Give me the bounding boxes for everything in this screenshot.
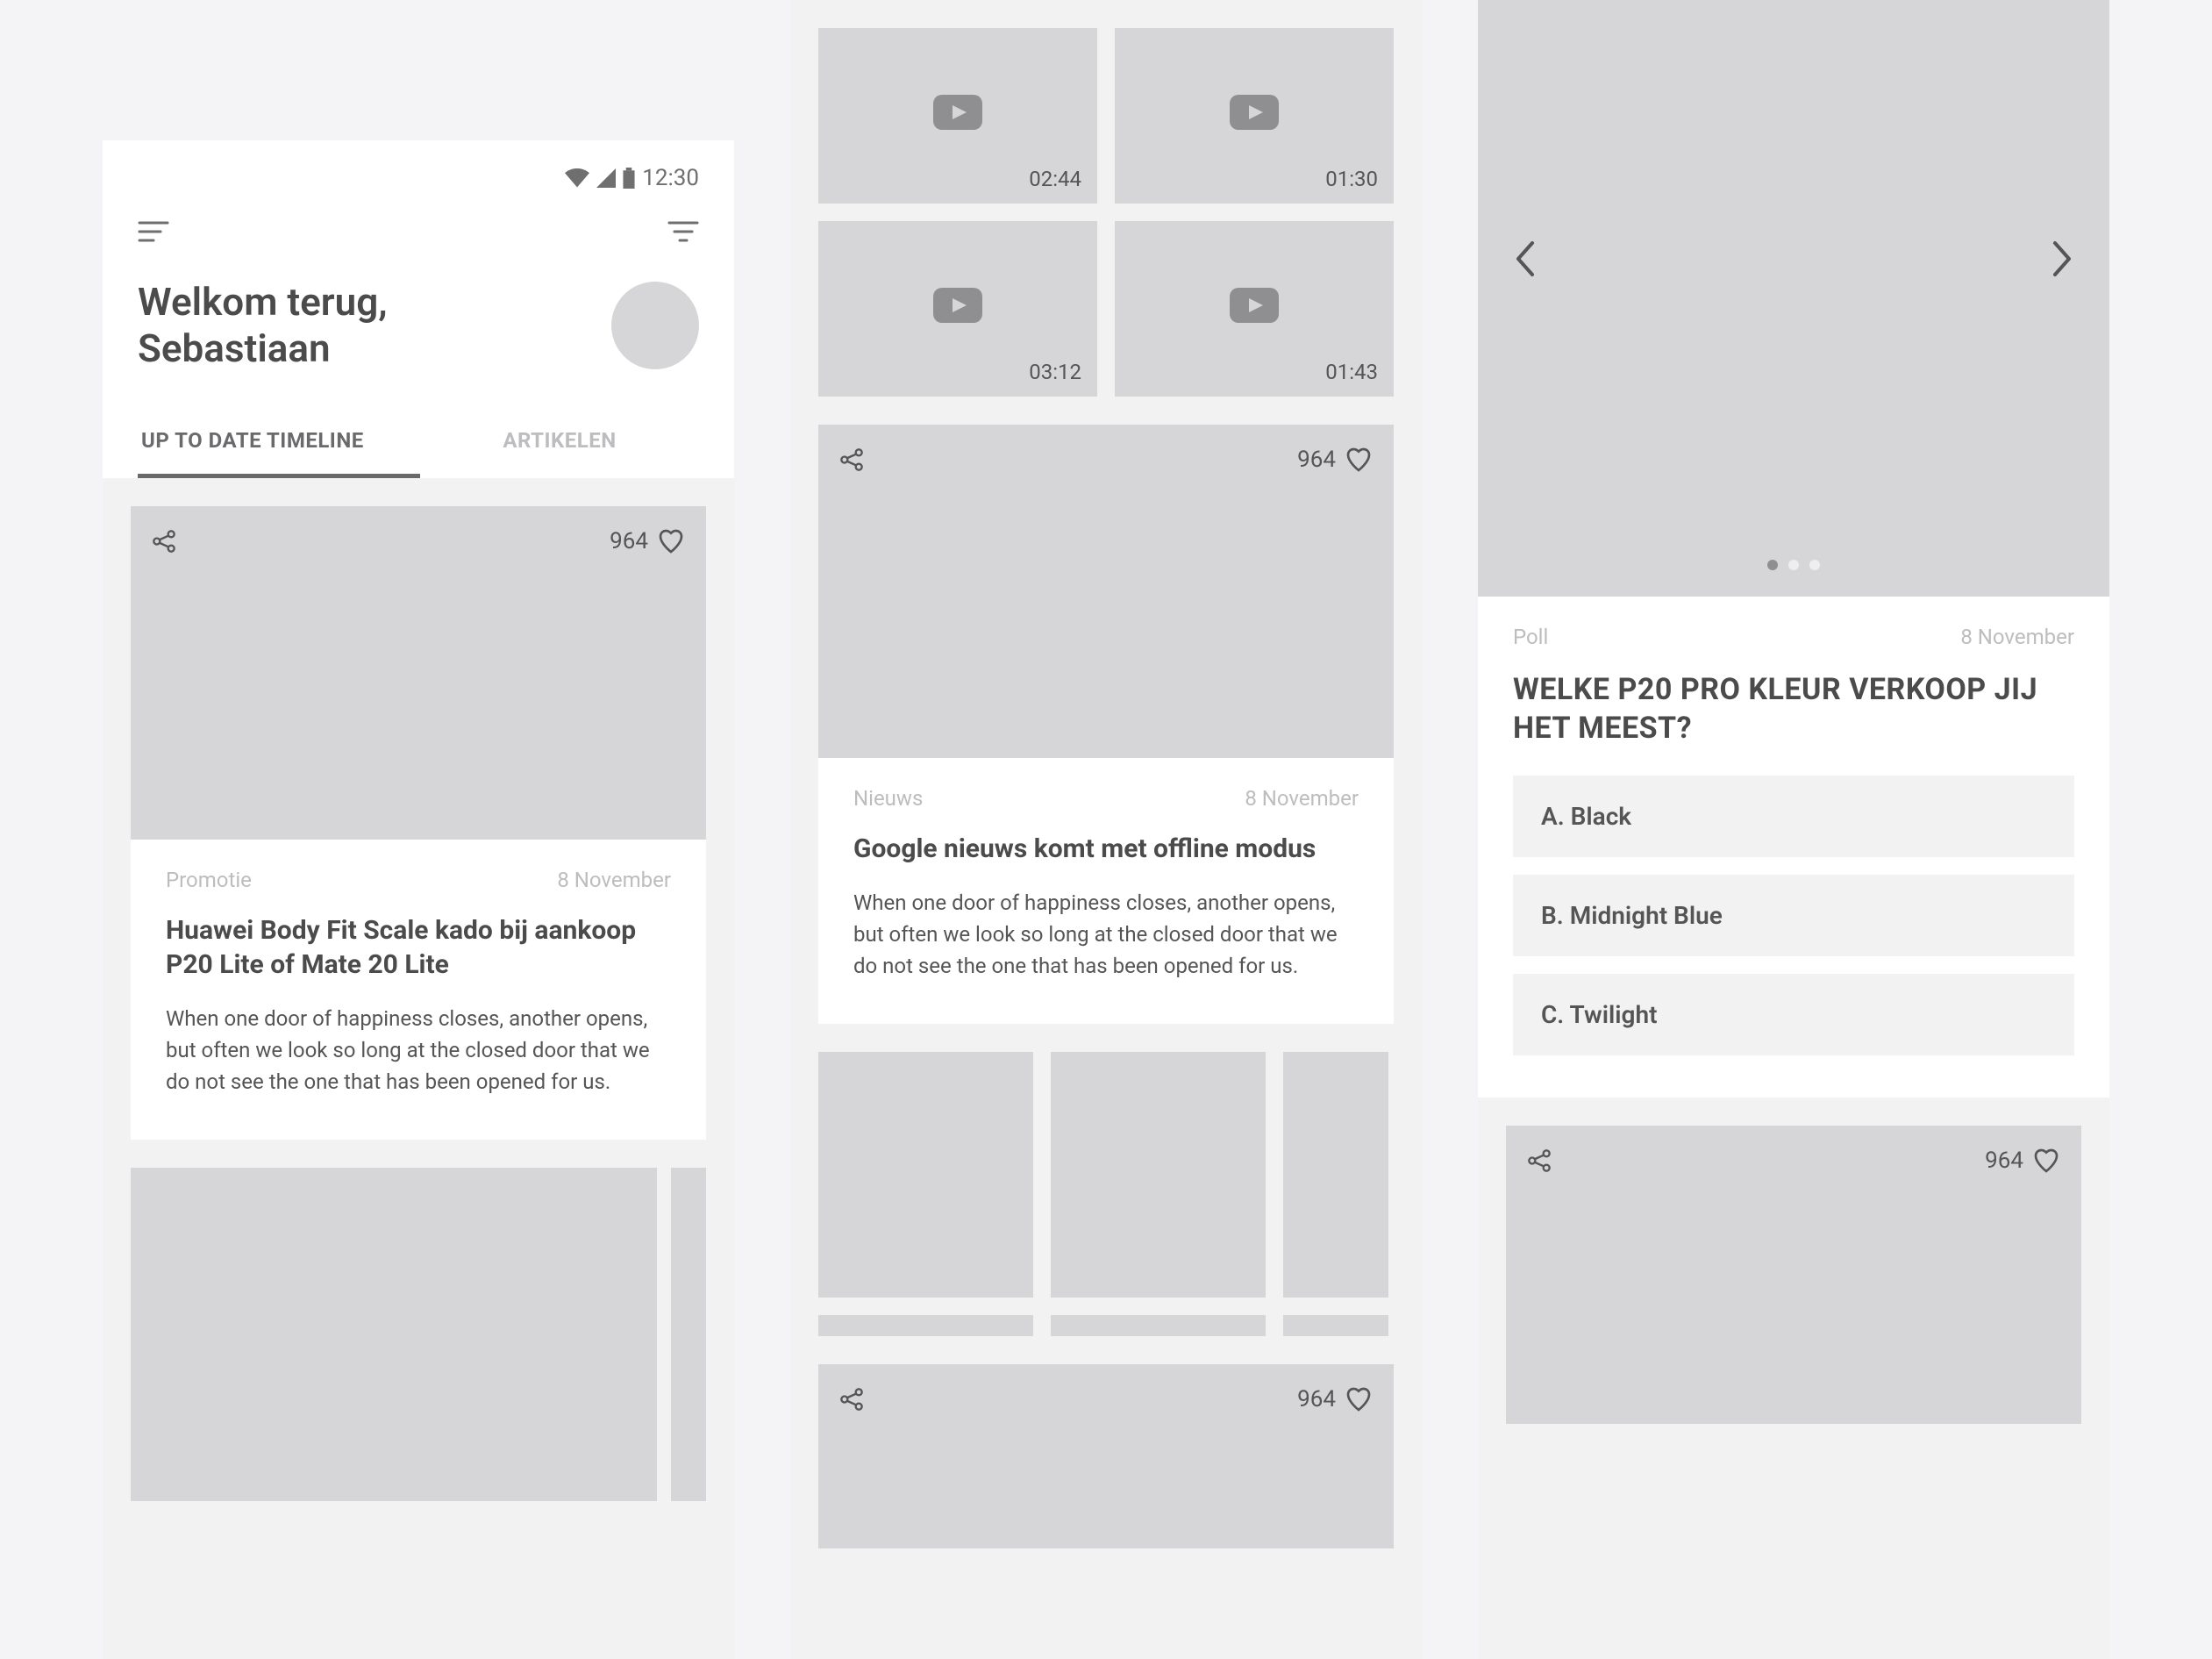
signal-icon — [596, 168, 616, 188]
dot[interactable] — [1809, 560, 1820, 570]
tabs: UP TO DATE TIMELINE ARTIKELEN — [138, 407, 699, 478]
poll-option-b[interactable]: B. Midnight Blue — [1513, 875, 2074, 956]
promo-title: Huawei Body Fit Scale kado bij aankoop P… — [166, 913, 671, 982]
news-title: Google nieuws komt met offline modus — [853, 832, 1359, 866]
image-placeholder-partial[interactable] — [671, 1168, 706, 1501]
news-body: Nieuws 8 November Google nieuws komt met… — [818, 758, 1394, 1024]
welcome-line2: Sebastiaan — [138, 325, 388, 372]
indicator-row — [818, 1315, 1394, 1336]
poll-date: 8 November — [1960, 625, 2074, 649]
feed: 964 Promotie 8 November Huawei Body Fit … — [103, 478, 734, 1529]
poll-option-c[interactable]: C. Twilight — [1513, 974, 2074, 1055]
promo-desc: When one door of happiness closes, anoth… — [166, 1003, 671, 1098]
video-time: 01:30 — [1325, 167, 1378, 191]
news-category: Nieuws — [853, 786, 923, 811]
thumb[interactable] — [818, 1052, 1033, 1298]
poll-option-a[interactable]: A. Black — [1513, 776, 2074, 857]
avatar[interactable] — [611, 282, 699, 369]
video-tile[interactable]: 01:30 — [1115, 28, 1394, 204]
welcome-row: Welkom terug, Sebastiaan — [138, 261, 699, 407]
promo-likes[interactable]: 964 — [610, 527, 685, 555]
promo-date: 8 November — [557, 868, 671, 892]
play-icon — [1230, 95, 1279, 130]
likes-count: 964 — [610, 528, 648, 554]
dot[interactable] — [1788, 560, 1799, 570]
image-placeholder[interactable] — [131, 1168, 657, 1501]
poll-extra-image: 964 — [1506, 1126, 2081, 1424]
thumb-strip — [818, 1052, 1394, 1298]
menu-icon[interactable] — [138, 219, 169, 244]
video-grid: 02:44 01:30 03:12 — [818, 28, 1394, 425]
phone-screen-1: 12:30 Welkom terug, Sebastiaan UP TO DAT… — [103, 140, 734, 1659]
tab-timeline[interactable]: UP TO DATE TIMELINE — [138, 407, 420, 478]
topbar — [138, 205, 699, 261]
poll-title: WELKE P20 PRO KLEUR VERKOOP JIJ HET MEES… — [1513, 670, 2074, 747]
share-icon[interactable] — [839, 447, 864, 472]
tab-articles[interactable]: ARTIKELEN — [420, 407, 699, 478]
likes-count: 964 — [1297, 447, 1336, 473]
promo-body: Promotie 8 November Huawei Body Fit Scal… — [131, 840, 706, 1140]
status-time: 12:30 — [642, 165, 699, 191]
likes-count: 964 — [1985, 1148, 2023, 1174]
poll-extra-card[interactable]: 964 — [1506, 1126, 2081, 1424]
news-date: 8 November — [1245, 786, 1359, 811]
extra-image: 964 — [818, 1364, 1394, 1548]
indicator — [818, 1315, 1033, 1336]
video-tile[interactable]: 02:44 — [818, 28, 1097, 204]
phone-screen-2: 02:44 01:30 03:12 — [790, 0, 1422, 1659]
share-icon[interactable] — [1527, 1148, 1552, 1173]
dot[interactable] — [1767, 560, 1778, 570]
battery-icon — [623, 168, 635, 189]
poll-card: Poll 8 November WELKE P20 PRO KLEUR VERK… — [1478, 597, 2109, 1098]
poll-body: Poll 8 November WELKE P20 PRO KLEUR VERK… — [1478, 597, 2109, 1098]
likes-count: 964 — [1297, 1386, 1336, 1412]
indicator — [1051, 1315, 1266, 1336]
welcome-text: Welkom terug, Sebastiaan — [138, 279, 388, 372]
play-icon — [933, 288, 982, 323]
video-time: 02:44 — [1029, 167, 1081, 191]
play-icon — [933, 95, 982, 130]
carousel — [1478, 0, 2109, 597]
play-icon — [1230, 288, 1279, 323]
video-tile[interactable]: 01:43 — [1115, 221, 1394, 397]
news-likes[interactable]: 964 — [1297, 446, 1373, 474]
header: 12:30 Welkom terug, Sebastiaan UP TO DAT… — [103, 140, 734, 478]
status-bar: 12:30 — [138, 161, 699, 205]
video-time: 03:12 — [1029, 360, 1081, 384]
arrow-right-icon[interactable] — [2050, 240, 2074, 278]
carousel-dots — [1767, 560, 1820, 570]
thumb[interactable] — [1051, 1052, 1266, 1298]
news-card[interactable]: 964 Nieuws 8 November Google nieuws komt… — [818, 425, 1394, 1024]
extra-card[interactable]: 964 — [818, 1364, 1394, 1548]
promo-image: 964 — [131, 506, 706, 840]
video-tile[interactable]: 03:12 — [818, 221, 1097, 397]
poll-category: Poll — [1513, 625, 1548, 649]
video-time: 01:43 — [1325, 360, 1378, 384]
thumb-partial[interactable] — [1283, 1052, 1388, 1298]
poll-options: A. Black B. Midnight Blue C. Twilight — [1513, 776, 2074, 1055]
extra-likes[interactable]: 964 — [1297, 1385, 1373, 1413]
wifi-icon — [565, 168, 589, 188]
arrow-left-icon[interactable] — [1513, 240, 1538, 278]
share-icon[interactable] — [839, 1387, 864, 1412]
welcome-line1: Welkom terug, — [138, 279, 388, 325]
promo-category: Promotie — [166, 868, 252, 892]
indicator-partial — [1283, 1315, 1388, 1336]
promo-card[interactable]: 964 Promotie 8 November Huawei Body Fit … — [131, 506, 706, 1140]
share-icon[interactable] — [152, 529, 176, 554]
filter-icon[interactable] — [667, 219, 699, 244]
phone-screen-3: Poll 8 November WELKE P20 PRO KLEUR VERK… — [1478, 0, 2109, 1659]
news-image: 964 — [818, 425, 1394, 758]
image-row — [131, 1168, 706, 1501]
poll-extra-likes[interactable]: 964 — [1985, 1147, 2060, 1175]
news-desc: When one door of happiness closes, anoth… — [853, 887, 1359, 982]
